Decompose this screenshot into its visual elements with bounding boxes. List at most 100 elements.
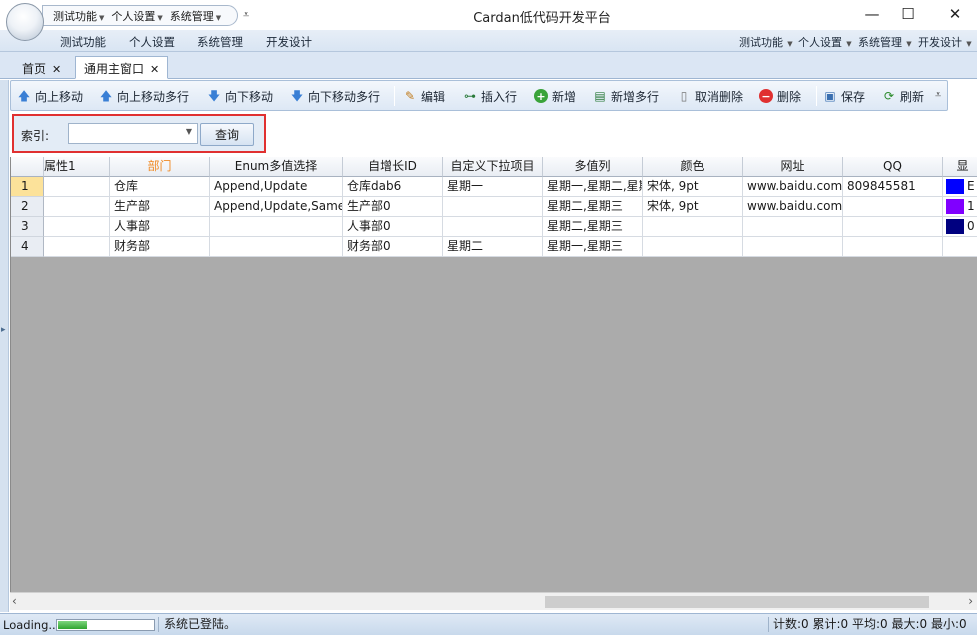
ribbon-tab-system[interactable]: 系统管理	[197, 34, 243, 50]
scroll-right-icon[interactable]: ›	[968, 594, 973, 608]
ribbon-tab-test[interactable]: 测试功能	[60, 34, 106, 50]
row-number[interactable]: 2	[11, 197, 44, 217]
move-up-button[interactable]: 🡅 向上移动	[17, 86, 83, 106]
cell-auto-id[interactable]: 财务部0	[343, 237, 443, 257]
table-row[interactable]: 4 财务部 财务部0 星期二 星期一,星期三	[11, 237, 977, 257]
column-header-auto-id[interactable]: 自增长ID	[343, 157, 443, 177]
doc-tab-main-window[interactable]: 通用主窗口 ✕	[75, 56, 169, 79]
menu-test[interactable]: 测试功能 ▼	[739, 34, 793, 50]
cell-attr1[interactable]	[44, 237, 110, 257]
table-row[interactable]: 3 人事部 人事部0 星期二,星期三 0	[11, 217, 977, 237]
cell-multi-value[interactable]: 星期二,星期三	[543, 197, 643, 217]
table-row[interactable]: 2 生产部 Append,Update,Same 生产部0 星期二,星期三 宋体, 9pt…	[11, 197, 977, 217]
cell-attr1[interactable]	[44, 177, 110, 197]
close-icon[interactable]: ✕	[150, 63, 159, 76]
close-icon[interactable]: ✕	[52, 63, 61, 76]
add-multi-button[interactable]: ▤ 新增多行	[593, 86, 659, 106]
app-menu-orb[interactable]	[6, 3, 44, 41]
edit-button[interactable]: ✎ 编辑	[403, 86, 445, 106]
cell-custom-dropdown[interactable]	[443, 197, 543, 217]
undelete-button[interactable]: ▯ 取消删除	[677, 86, 743, 106]
toolbar-overflow-icon[interactable]: ⩡	[935, 88, 941, 102]
add-button[interactable]: + 新增	[534, 86, 576, 106]
scroll-left-icon[interactable]: ‹	[12, 594, 17, 608]
expand-icon[interactable]: ▸	[1, 325, 6, 335]
row-number[interactable]: 3	[11, 217, 44, 237]
column-header-department[interactable]: 部门	[110, 157, 210, 177]
cell-extra[interactable]: 1	[943, 197, 977, 217]
move-down-multi-button[interactable]: 🡇 向下移动多行	[290, 86, 380, 106]
query-button[interactable]: 查询	[200, 123, 254, 146]
column-header-qq[interactable]: QQ	[843, 157, 943, 177]
cell-department[interactable]: 财务部	[110, 237, 210, 257]
cell-color[interactable]: 宋体, 9pt	[643, 177, 743, 197]
ribbon-tab-dev[interactable]: 开发设计	[266, 34, 312, 50]
cell-color[interactable]: 宋体, 9pt	[643, 197, 743, 217]
row-number[interactable]: 1	[11, 177, 44, 197]
cell-enum-multi[interactable]	[210, 217, 343, 237]
add-icon: +	[534, 89, 548, 103]
cell-auto-id[interactable]: 人事部0	[343, 217, 443, 237]
cell-department[interactable]: 仓库	[110, 177, 210, 197]
cell-enum-multi[interactable]	[210, 237, 343, 257]
column-header-attr1[interactable]: 属性1	[44, 157, 110, 177]
column-header-custom-dropdown[interactable]: 自定义下拉项目	[443, 157, 543, 177]
maximize-button[interactable]: ☐	[893, 3, 923, 25]
cell-auto-id[interactable]: 生产部0	[343, 197, 443, 217]
cell-department[interactable]: 人事部	[110, 217, 210, 237]
cell-custom-dropdown[interactable]: 星期一	[443, 177, 543, 197]
move-up-multi-button[interactable]: 🡅 向上移动多行	[99, 86, 189, 106]
cell-custom-dropdown[interactable]: 星期二	[443, 237, 543, 257]
cell-url[interactable]	[743, 237, 843, 257]
cell-extra[interactable]	[943, 237, 977, 257]
cell-attr1[interactable]	[44, 197, 110, 217]
cell-enum-multi[interactable]: Append,Update	[210, 177, 343, 197]
row-number[interactable]: 4	[11, 237, 44, 257]
cell-attr1[interactable]	[44, 217, 110, 237]
chevron-down-icon[interactable]: ▼	[186, 127, 192, 136]
cell-multi-value[interactable]: 星期一,星期三	[543, 237, 643, 257]
index-combo[interactable]: ▼	[68, 123, 198, 144]
insert-row-button[interactable]: ⊶ 插入行	[463, 86, 517, 106]
cell-color[interactable]	[643, 237, 743, 257]
cell-url[interactable]	[743, 217, 843, 237]
ribbon-tab-bar: 测试功能 个人设置 系统管理 开发设计 测试功能 ▼ 个人设置 ▼ 系统管理 ▼…	[0, 30, 977, 52]
column-header-extra[interactable]: 显	[943, 157, 977, 177]
cell-enum-multi[interactable]: Append,Update,Same	[210, 197, 343, 217]
cell-multi-value[interactable]: 星期二,星期三	[543, 217, 643, 237]
chevron-down-icon: ▼	[904, 40, 912, 48]
menu-system[interactable]: 系统管理 ▼	[858, 34, 912, 50]
menu-personal[interactable]: 个人设置 ▼	[798, 34, 852, 50]
close-button[interactable]: ✕	[940, 3, 970, 25]
ribbon-tab-personal[interactable]: 个人设置	[129, 34, 175, 50]
cell-department[interactable]: 生产部	[110, 197, 210, 217]
cell-color[interactable]	[643, 217, 743, 237]
left-panel-splitter[interactable]: ▸	[0, 80, 9, 612]
cell-qq[interactable]	[843, 237, 943, 257]
column-header-enum-multi[interactable]: Enum多值选择	[210, 157, 343, 177]
cell-url[interactable]: www.baidu.com	[743, 177, 843, 197]
column-header-color[interactable]: 颜色	[643, 157, 743, 177]
cell-custom-dropdown[interactable]	[443, 217, 543, 237]
move-down-button[interactable]: 🡇 向下移动	[207, 86, 273, 106]
doc-tab-home[interactable]: 首页 ✕	[13, 56, 70, 79]
horizontal-scrollbar[interactable]: ‹ ›	[10, 592, 977, 610]
grid-corner[interactable]	[11, 157, 44, 177]
cell-qq[interactable]: 809845581	[843, 177, 943, 197]
scrollbar-thumb[interactable]	[545, 596, 929, 608]
column-header-url[interactable]: 网址	[743, 157, 843, 177]
cell-qq[interactable]	[843, 217, 943, 237]
cell-extra[interactable]: 0	[943, 217, 977, 237]
column-header-multi-value[interactable]: 多值列	[543, 157, 643, 177]
menu-dev[interactable]: 开发设计 ▼	[918, 34, 972, 50]
table-row[interactable]: 1 仓库 Append,Update 仓库dab6 星期一 星期一,星期二,星期 宋体, 9…	[11, 177, 977, 197]
delete-button[interactable]: − 删除	[759, 86, 801, 106]
cell-qq[interactable]	[843, 197, 943, 217]
cell-multi-value[interactable]: 星期一,星期二,星期	[543, 177, 643, 197]
cell-extra[interactable]: E	[943, 177, 977, 197]
cell-url[interactable]: www.baidu.com	[743, 197, 843, 217]
cell-auto-id[interactable]: 仓库dab6	[343, 177, 443, 197]
refresh-button[interactable]: ⟳ 刷新	[882, 86, 924, 106]
minimize-button[interactable]: —	[857, 3, 887, 25]
save-button[interactable]: ▣ 保存	[823, 86, 865, 106]
